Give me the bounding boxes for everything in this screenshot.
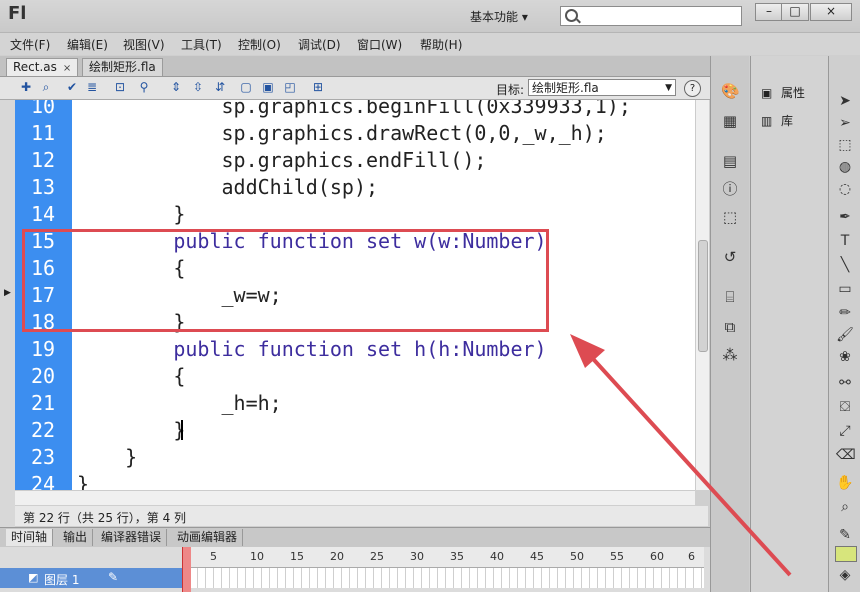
arrow-shaft: [583, 348, 792, 577]
annotation-arrow: [570, 334, 792, 577]
arrow-head: [570, 334, 605, 368]
